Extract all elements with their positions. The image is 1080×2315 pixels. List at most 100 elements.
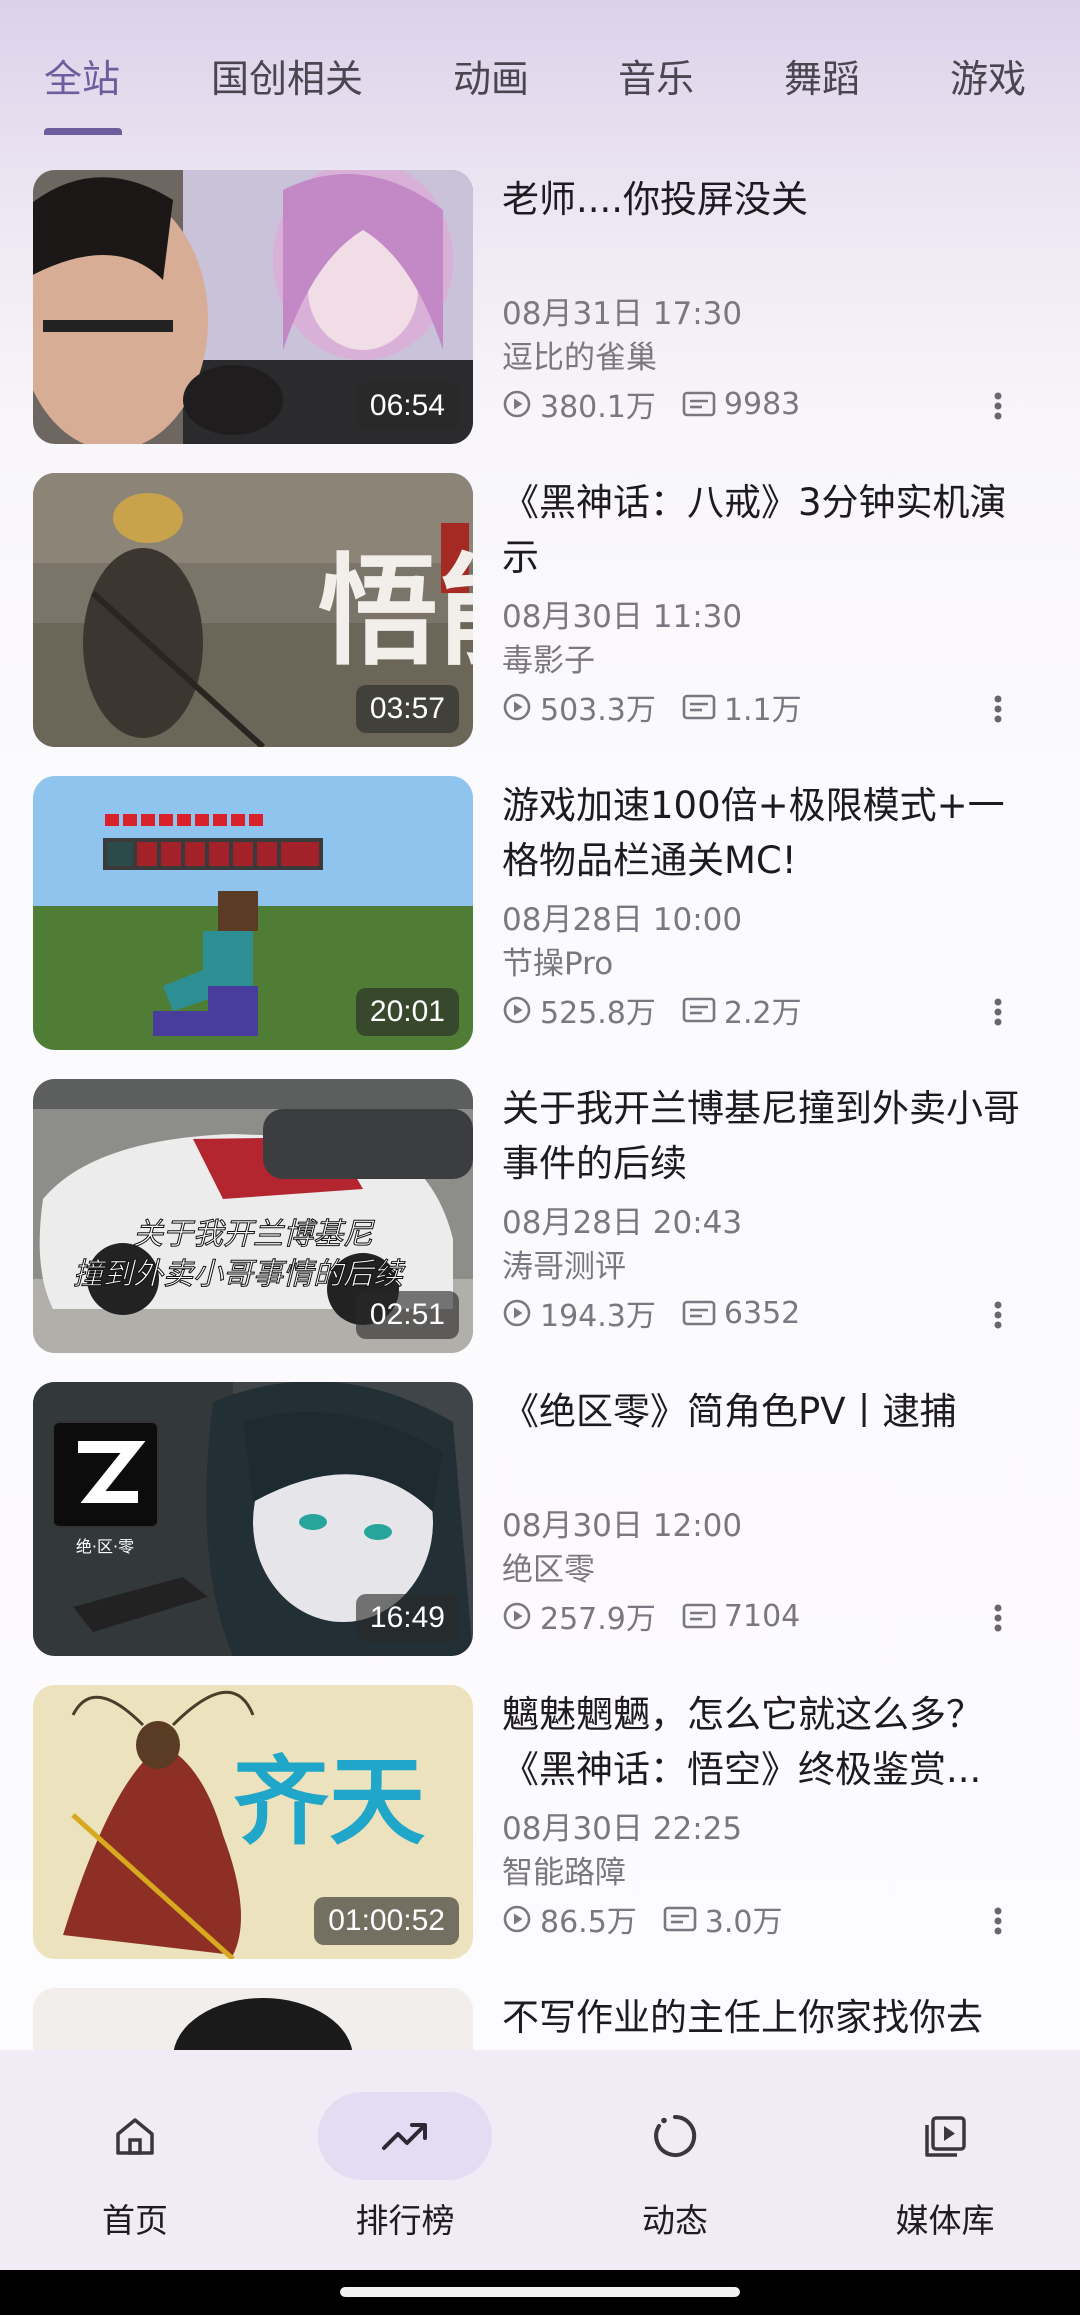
video-date: 08月31日 17:30 (502, 296, 743, 332)
dynamic-icon (654, 2114, 697, 2157)
video-thumbnail[interactable]: 20:01 (33, 776, 473, 1050)
nav-ranking[interactable]: 排行榜 (315, 2092, 495, 2262)
nav-dynamic-label: 动态 (642, 2201, 708, 2240)
video-title[interactable]: 《绝区零》简角色PV丨逮捕 (502, 1384, 1022, 1439)
video-author[interactable]: 智能路障 (502, 1847, 626, 1892)
views-count: 503.3万 (540, 693, 656, 728)
nav-dynamic-pill (588, 2092, 762, 2180)
more-vertical-icon (994, 998, 1002, 1026)
danmaku-stat: 6352 (682, 1296, 800, 1331)
video-author[interactable]: 涛哥测评 (502, 1241, 626, 1286)
views-count: 257.9万 (540, 1602, 656, 1637)
tab-indicator (44, 128, 122, 135)
video-title[interactable]: 关于我开兰博基尼撞到外卖小哥事件的后续 (502, 1081, 1022, 1191)
nav-media-library-label: 媒体库 (895, 2201, 995, 2240)
video-title[interactable]: 老师....你投屏没关 (502, 172, 1022, 227)
more-options-button[interactable] (980, 1899, 1016, 1943)
views-count: 380.1万 (540, 390, 656, 425)
video-date: 08月30日 22:25 (502, 1811, 743, 1847)
video-author[interactable]: 毒影子 (502, 635, 595, 680)
more-options-button[interactable] (980, 1596, 1016, 1640)
play-count-icon (503, 693, 531, 721)
video-thumbnail[interactable]: 06:54 (33, 170, 473, 444)
play-count-icon (503, 1905, 531, 1933)
danmaku-icon (682, 694, 716, 720)
views-stat: 380.1万 (502, 382, 656, 426)
list-item[interactable]: 20:01 游戏加速100倍+极限模式+一格物品栏通关MC! 08月28日 10… (0, 776, 1080, 1052)
video-stats: 503.3万 1.1万 (502, 685, 828, 729)
danmaku-count: 9983 (723, 386, 801, 422)
play-count-icon (503, 390, 531, 418)
category-tabs: 全站 国创相关 动画 音乐 舞蹈 游戏 (0, 0, 1080, 140)
thumbnail-caption-line2: 撞到外卖小哥事情的后续 (73, 1257, 406, 1292)
list-item[interactable]: 06:54 老师....你投屏没关 08月31日 17:30 逗比的雀巢 380… (0, 170, 1080, 446)
views-stat: 503.3万 (502, 685, 656, 729)
more-vertical-icon (994, 1604, 1002, 1632)
more-vertical-icon (994, 695, 1002, 723)
tab-anime[interactable]: 动画 (453, 48, 529, 103)
danmaku-icon (682, 391, 716, 417)
thumbnail-logo-text: 绝·区·零 (76, 1537, 134, 1556)
video-duration: 03:57 (355, 685, 459, 733)
video-thumbnail[interactable]: 绝·区·零 16:49 (33, 1382, 473, 1656)
list-item[interactable]: 齐天 01:00:52 魑魅魍魉，怎么它就这么多？《黑神话：悟空》终极鉴赏...… (0, 1685, 1080, 1961)
home-indicator[interactable] (340, 2287, 740, 2297)
video-date: 08月30日 11:30 (502, 599, 743, 635)
nav-home[interactable]: 首页 (45, 2092, 225, 2262)
video-title[interactable]: 魑魅魍魉，怎么它就这么多？《黑神话：悟空》终极鉴赏... (502, 1687, 1022, 1797)
thumbnail-caption: 悟能 (318, 541, 473, 682)
danmaku-count: 2.2万 (723, 996, 802, 1031)
play-count-icon (503, 1602, 531, 1630)
nav-home-pill (48, 2092, 222, 2180)
views-count: 525.8万 (540, 996, 656, 1031)
video-author[interactable]: 节操Pro (502, 938, 613, 983)
views-count: 86.5万 (540, 1905, 637, 1940)
more-vertical-icon (994, 392, 1002, 420)
video-thumbnail[interactable]: 关于我开兰博基尼 撞到外卖小哥事情的后续 02:51 (33, 1079, 473, 1353)
tab-guochuang[interactable]: 国创相关 (211, 48, 363, 103)
tab-dance[interactable]: 舞蹈 (784, 48, 860, 103)
danmaku-stat: 7104 (682, 1599, 800, 1634)
video-thumbnail[interactable]: 悟能 03:57 (33, 473, 473, 747)
views-stat: 86.5万 (502, 1897, 637, 1941)
danmaku-count: 6352 (723, 1295, 801, 1331)
nav-media-library[interactable]: 媒体库 (855, 2092, 1035, 2262)
danmaku-count: 1.1万 (723, 693, 802, 728)
more-options-button[interactable] (980, 990, 1016, 1034)
video-duration: 20:01 (355, 988, 459, 1036)
play-count-icon (503, 996, 531, 1024)
nav-ranking-pill (318, 2092, 492, 2180)
nav-ranking-label: 排行榜 (355, 2201, 455, 2240)
danmaku-stat: 1.1万 (682, 685, 802, 729)
thumbnail-caption: 齐天 (233, 1746, 425, 1858)
list-item[interactable]: 悟能 03:57 《黑神话：八戒》3分钟实机演示 08月30日 11:30 毒影… (0, 473, 1080, 749)
video-title[interactable]: 《黑神话：八戒》3分钟实机演示 (502, 475, 1022, 585)
video-duration: 16:49 (355, 1594, 459, 1642)
bottom-navigation: 首页 排行榜 动态 媒体库 (0, 2050, 1080, 2270)
video-title[interactable]: 游戏加速100倍+极限模式+一格物品栏通关MC! (502, 778, 1022, 888)
danmaku-count: 3.0万 (704, 1905, 783, 1940)
tab-all[interactable]: 全站 (44, 48, 120, 103)
tab-music[interactable]: 音乐 (618, 48, 694, 103)
video-stats: 257.9万 7104 (502, 1594, 826, 1638)
video-stats: 380.1万 9983 (502, 382, 826, 426)
tab-game[interactable]: 游戏 (950, 48, 1026, 103)
video-thumbnail[interactable]: 齐天 01:00:52 (33, 1685, 473, 1959)
views-stat: 257.9万 (502, 1594, 656, 1638)
more-options-button[interactable] (980, 687, 1016, 731)
more-options-button[interactable] (980, 384, 1016, 428)
more-options-button[interactable] (980, 1293, 1016, 1337)
danmaku-count: 7104 (723, 1598, 801, 1634)
nav-dynamic[interactable]: 动态 (585, 2092, 765, 2262)
list-item[interactable]: 绝·区·零 16:49 《绝区零》简角色PV丨逮捕 08月30日 12:00 绝… (0, 1382, 1080, 1658)
play-count-icon (503, 1299, 531, 1327)
video-duration: 02:51 (355, 1291, 459, 1339)
list-item[interactable]: 关于我开兰博基尼 撞到外卖小哥事情的后续 02:51 关于我开兰博基尼撞到外卖小… (0, 1079, 1080, 1355)
video-stats: 525.8万 2.2万 (502, 988, 828, 1032)
danmaku-stat: 2.2万 (682, 988, 802, 1032)
video-title[interactable]: 不写作业的主任上你家找你去 (502, 1990, 1022, 2045)
video-author[interactable]: 绝区零 (502, 1544, 595, 1589)
more-vertical-icon (994, 1907, 1002, 1935)
video-author[interactable]: 逗比的雀巢 (502, 332, 657, 377)
views-count: 194.3万 (540, 1299, 656, 1334)
